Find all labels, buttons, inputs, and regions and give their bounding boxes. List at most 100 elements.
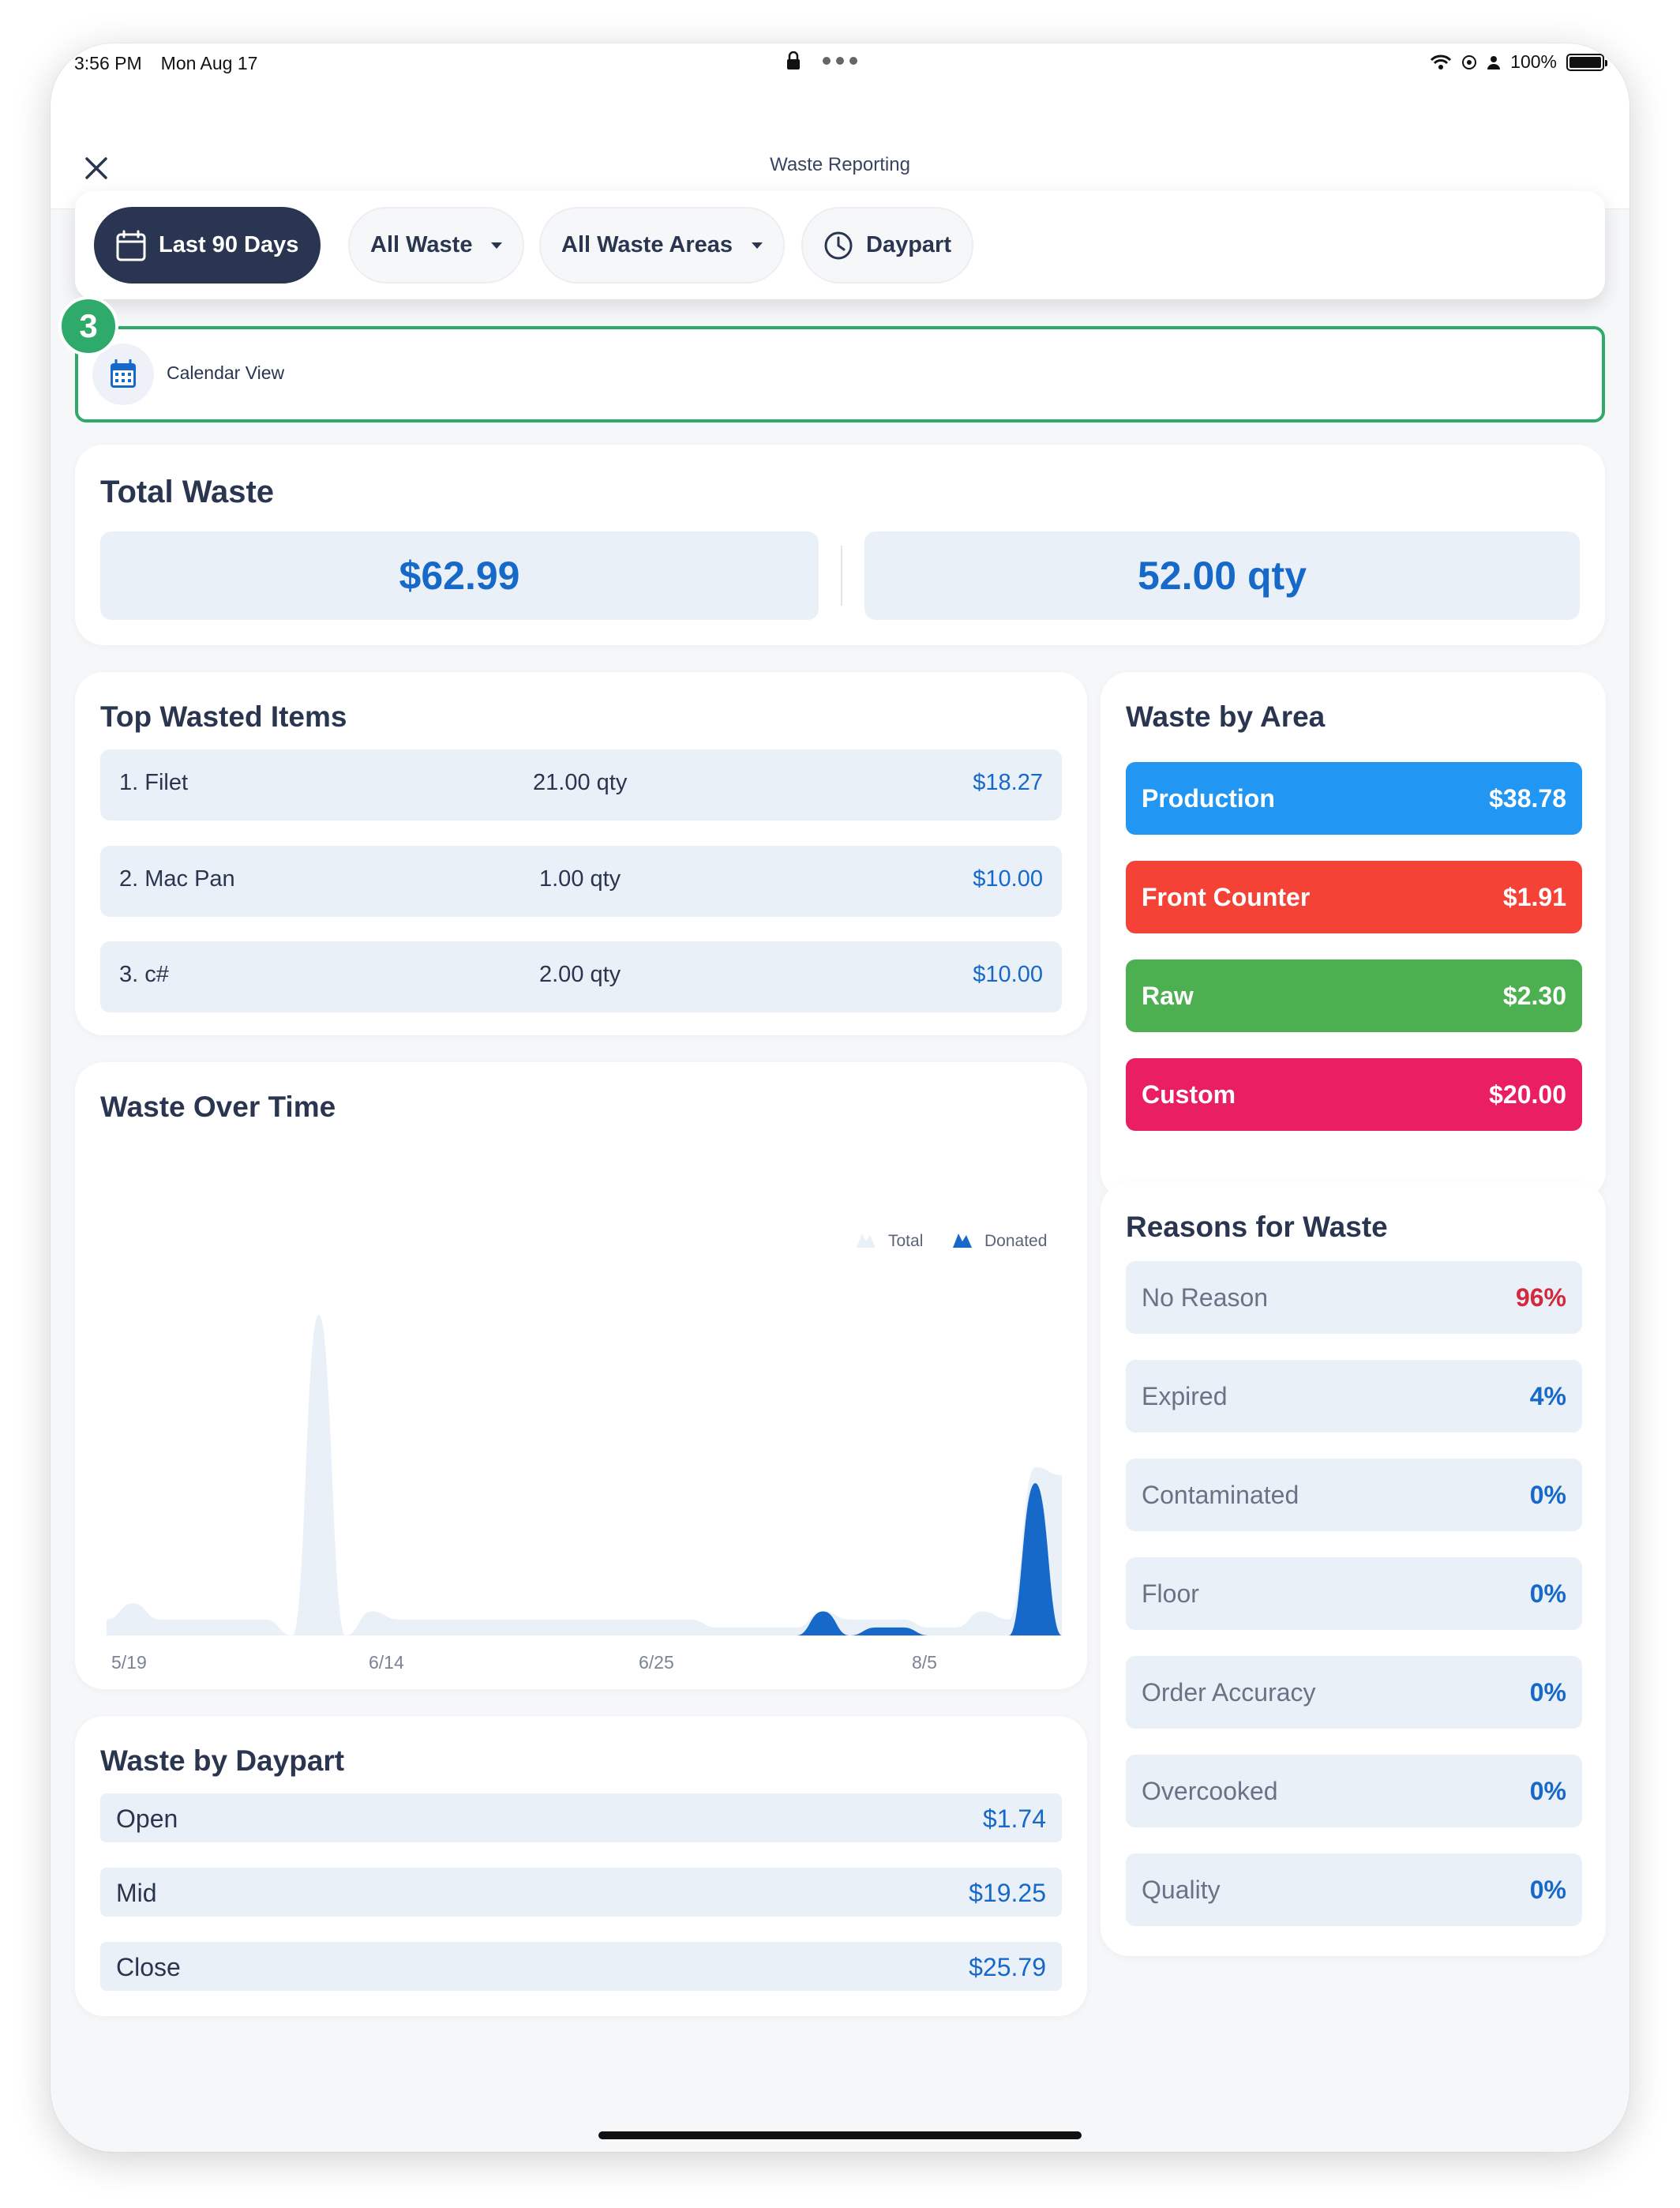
item-cost: $10.00 (973, 866, 1043, 892)
area-label: Custom (1142, 1080, 1236, 1109)
total-waste-title: Total Waste (100, 475, 275, 509)
item-cost: $10.00 (973, 962, 1043, 987)
x-tick-label: 6/14 (369, 1652, 404, 1673)
legend-swatch-icon (857, 1234, 876, 1248)
top-wasted-row[interactable]: 1. Filet 21.00 qty $18.27 (100, 749, 1062, 820)
item-cost: $18.27 (973, 770, 1043, 795)
item-name: 1. Filet (119, 770, 189, 795)
filter-waste-type-button[interactable]: All Waste (348, 207, 525, 284)
reason-row[interactable]: Order Accuracy 0% (1126, 1656, 1582, 1729)
area-value: $38.78 (1489, 784, 1566, 813)
reason-value: 0% (1529, 1481, 1566, 1509)
daypart-row[interactable]: Open $1.74 (100, 1793, 1062, 1842)
filter-bar: Last 90 Days All Waste All Waste Areas D… (75, 191, 1605, 299)
area-value: $2.30 (1502, 982, 1566, 1010)
legend-item-total[interactable]: Total (857, 1232, 923, 1250)
status-time-date: 3:56 PM Mon Aug 17 (74, 53, 276, 74)
legend-item-donated[interactable]: Donated (953, 1232, 1047, 1250)
multitask-dots-icon[interactable] (823, 57, 857, 65)
reasons-title: Reasons for Waste (1126, 1211, 1388, 1243)
series-area-donated[interactable] (107, 1483, 1062, 1635)
top-wasted-row[interactable]: 3. c# 2.00 qty $10.00 (100, 941, 1062, 1012)
daypart-value: $19.25 (969, 1879, 1046, 1907)
reason-value: 0% (1529, 1777, 1566, 1805)
reason-value: 0% (1529, 1579, 1566, 1608)
x-tick-label: 8/5 (912, 1652, 937, 1673)
area-label: Production (1142, 784, 1275, 813)
series-area-total[interactable] (107, 1315, 1062, 1635)
area-bar-production[interactable]: Production $38.78 (1126, 762, 1582, 835)
status-time: 3:56 PM (74, 53, 142, 73)
waste-by-daypart-card: Waste by Daypart Open $1.74 Mid $19.25 C… (75, 1716, 1087, 2016)
caret-down-icon (752, 242, 763, 249)
waste-over-time-chart[interactable]: Total Donated 5/19 6/14 6/25 8/5 (75, 1062, 1087, 1689)
device-frame: 3:56 PM Mon Aug 17 100% Waste Reporting … (51, 43, 1629, 2152)
filter-date-range-button[interactable]: Last 90 Days (94, 207, 321, 284)
top-wasted-card: Top Wasted Items 1. Filet 21.00 qty $18.… (75, 672, 1087, 1035)
daypart-row[interactable]: Mid $19.25 (100, 1868, 1062, 1917)
area-label: Front Counter (1142, 883, 1311, 911)
daypart-label: Mid (116, 1879, 157, 1907)
filter-waste-type-label: All Waste (370, 232, 473, 257)
item-qty: 2.00 qty (539, 962, 621, 987)
reason-row[interactable]: Floor 0% (1126, 1557, 1582, 1630)
area-value: $1.91 (1502, 883, 1566, 911)
reason-label: Floor (1142, 1579, 1199, 1608)
status-center (786, 51, 857, 70)
reason-label: Order Accuracy (1142, 1678, 1316, 1707)
reasons-card: Reasons for Waste No Reason 96% Expired … (1101, 1182, 1606, 1956)
legend-label: Donated (984, 1232, 1047, 1250)
total-waste-amount: $62.99 (100, 531, 819, 620)
reason-row[interactable]: Overcooked 0% (1126, 1755, 1582, 1827)
reason-label: Quality (1142, 1876, 1221, 1904)
lock-icon (787, 51, 800, 69)
home-indicator[interactable] (598, 2131, 1082, 2139)
page-title: Waste Reporting (770, 154, 910, 175)
battery-icon (1566, 53, 1607, 71)
filter-waste-area-button[interactable]: All Waste Areas (539, 207, 786, 284)
filter-daypart-button[interactable]: Daypart (801, 207, 973, 284)
reason-value: 96% (1515, 1283, 1566, 1312)
reason-row[interactable]: Expired 4% (1126, 1360, 1582, 1433)
area-bar-raw[interactable]: Raw $2.30 (1126, 959, 1582, 1032)
item-name: 2. Mac Pan (119, 866, 235, 892)
daypart-row[interactable]: Close $25.79 (100, 1942, 1062, 1991)
reason-label: Contaminated (1142, 1481, 1299, 1509)
waste-by-area-title: Waste by Area (1126, 700, 1326, 733)
status-bar: 3:56 PM Mon Aug 17 100% (51, 43, 1629, 122)
reason-row[interactable]: Quality 0% (1126, 1853, 1582, 1926)
battery-percent: 100% (1510, 51, 1557, 72)
reason-value: 0% (1529, 1876, 1566, 1904)
item-qty: 1.00 qty (539, 866, 621, 892)
daypart-label: Close (116, 1953, 181, 1981)
area-bar-custom[interactable]: Custom $20.00 (1126, 1058, 1582, 1131)
calendar-view-row[interactable]: Calendar View (75, 326, 1605, 422)
calendar-icon (116, 230, 146, 261)
area-bar-front-counter[interactable]: Front Counter $1.91 (1126, 861, 1582, 933)
reason-label: Overcooked (1142, 1777, 1278, 1805)
filter-date-range-label: Last 90 Days (159, 232, 299, 257)
waste-over-time-card: Waste Over Time Total Donated 5/19 6/14 6/25… (75, 1062, 1087, 1689)
location-icon (1462, 54, 1477, 69)
total-waste-quantity: 52.00 qty (864, 531, 1580, 620)
filter-daypart-label: Daypart (866, 232, 951, 257)
reason-row[interactable]: Contaminated 0% (1126, 1459, 1582, 1531)
total-waste-card: Total Waste $62.99 52.00 qty (75, 445, 1605, 645)
clock-icon (824, 231, 853, 259)
top-wasted-row[interactable]: 2. Mac Pan 1.00 qty $10.00 (100, 846, 1062, 917)
waste-by-daypart-title: Waste by Daypart (100, 1744, 345, 1777)
filter-waste-area-label: All Waste Areas (561, 232, 733, 257)
area-value: $20.00 (1489, 1080, 1566, 1109)
reason-row[interactable]: No Reason 96% (1126, 1261, 1582, 1334)
calendar-view-label: Calendar View (167, 362, 285, 383)
top-wasted-title: Top Wasted Items (100, 700, 347, 733)
legend-swatch-icon (953, 1234, 972, 1248)
wifi-icon (1431, 54, 1452, 69)
total-waste-divider (841, 546, 842, 606)
daypart-label: Open (116, 1804, 178, 1833)
reason-value: 4% (1529, 1382, 1566, 1410)
step-badge: 3 (58, 296, 118, 356)
item-name: 3. c# (119, 962, 169, 987)
reason-label: Expired (1142, 1382, 1228, 1410)
calendar-icon (111, 359, 136, 388)
